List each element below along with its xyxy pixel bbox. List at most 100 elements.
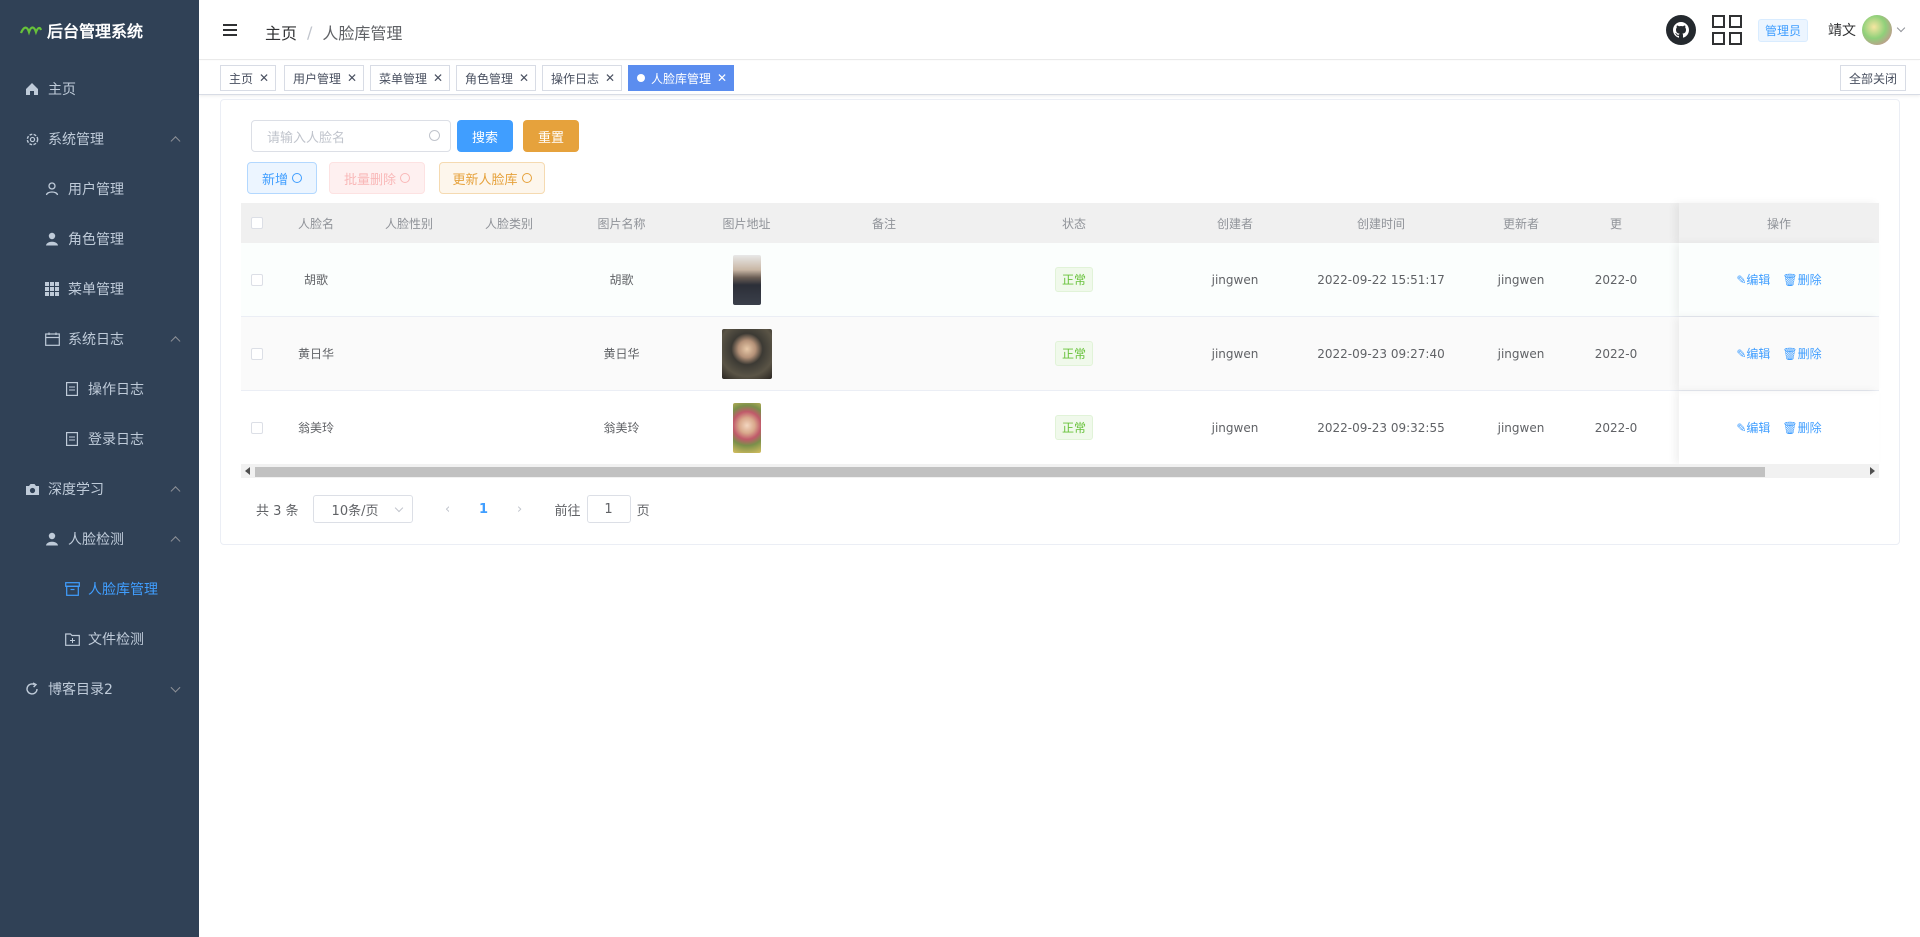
cell-img-url <box>684 243 809 316</box>
github-icon[interactable] <box>1665 15 1696 45</box>
search-input[interactable]: 请输入人脸名 <box>251 120 451 152</box>
cell-creator: jingwen <box>1211 272 1259 287</box>
edit-label: 编辑 <box>1746 421 1771 435</box>
tag-label: 主页 <box>229 71 254 86</box>
tag-facelib[interactable]: 人脸库管理 ✕ <box>628 65 735 91</box>
sidebar-item-oplog[interactable]: 操作日志 <box>0 364 199 414</box>
goto-page-input[interactable]: 1 <box>586 495 631 523</box>
tag-roles[interactable]: 角色管理 ✕ <box>456 65 537 91</box>
close-icon[interactable]: ✕ <box>519 71 529 85</box>
tag-oplog[interactable]: 操作日志 ✕ <box>542 65 623 91</box>
sidebar-item-filedetect[interactable]: 文件检测 <box>0 614 199 664</box>
sidebar: 后台管理系统 主页 系统管理 用户管理 角色管理 菜单管理 系统日志 操作日志 … <box>0 0 199 937</box>
table-row: 翁美玲 翁美玲 正常 jingwen 2022-09-23 09:32:55 j… <box>241 391 1879 465</box>
sidebar-item-loginlog[interactable]: 登录日志 <box>0 414 199 464</box>
sidebar-item-syslog[interactable]: 系统日志 <box>0 314 199 364</box>
tag-label: 人脸库管理 <box>651 71 712 86</box>
sidebar-item-home[interactable]: 主页 <box>0 64 199 114</box>
tag-home[interactable]: 主页 ✕ <box>220 65 277 91</box>
cell-face-gender <box>359 391 459 464</box>
page-number[interactable]: 1 <box>469 502 499 517</box>
grid-menu-icon <box>44 281 60 297</box>
delete-label: 删除 <box>1797 273 1822 287</box>
select-all-checkbox[interactable] <box>251 217 263 229</box>
horizontal-scrollbar[interactable] <box>241 464 1879 478</box>
cell-img-name: 翁美玲 <box>603 421 640 435</box>
update-lib-label: 更新人脸库 <box>452 172 518 188</box>
face-thumbnail[interactable] <box>721 328 772 379</box>
page-suffix: 页 <box>636 503 650 519</box>
edit-button[interactable]: ✎ 编辑 <box>1736 419 1770 436</box>
fullscreen-grid-icon[interactable] <box>1711 15 1742 45</box>
update-lib-button[interactable]: 更新人脸库 <box>439 162 545 194</box>
next-page-button[interactable]: › <box>505 502 535 517</box>
sidebar-item-facelib[interactable]: 人脸库管理 <box>0 564 199 614</box>
cell-creator: jingwen <box>1211 346 1259 361</box>
tag-label: 操作日志 <box>551 71 600 86</box>
close-icon[interactable]: ✕ <box>717 71 727 85</box>
chevron-down-icon[interactable] <box>1896 23 1906 33</box>
sidebar-item-deeplearning[interactable]: 深度学习 <box>0 464 199 514</box>
edit-button[interactable]: ✎ 编辑 <box>1736 345 1770 362</box>
cell-updated: 2022-0 <box>1594 346 1638 361</box>
calendar-icon <box>44 331 60 347</box>
tag-label: 用户管理 <box>293 71 342 86</box>
logo[interactable]: 后台管理系统 <box>0 0 199 60</box>
tag-users[interactable]: 用户管理 ✕ <box>284 65 365 91</box>
delete-label: 删除 <box>1797 421 1822 435</box>
scrollbar-thumb[interactable] <box>255 467 1765 477</box>
cell-face-gender <box>359 243 459 316</box>
edit-button[interactable]: ✎ 编辑 <box>1736 271 1770 288</box>
row-checkbox[interactable] <box>251 347 263 360</box>
face-thumbnail[interactable] <box>732 402 761 453</box>
row-checkbox[interactable] <box>251 421 263 434</box>
status-badge: 正常 <box>1054 341 1093 366</box>
scroll-left-icon[interactable] <box>245 467 250 475</box>
face-table: 人脸名 人脸性别 人脸类别 图片名称 图片地址 备注 状态 创建者 创建时间 更… <box>241 203 1879 465</box>
reset-button[interactable]: 重置 <box>523 120 579 152</box>
prev-page-button[interactable]: ‹ <box>433 502 463 517</box>
right-menu: 管理员 靖文 <box>1665 0 1906 60</box>
delete-button[interactable]: 🗑 删除 <box>1782 419 1821 436</box>
close-icon[interactable]: ✕ <box>433 71 443 85</box>
row-checkbox[interactable] <box>251 273 263 286</box>
scroll-right-icon[interactable] <box>1870 467 1875 475</box>
hamburger-icon[interactable] <box>223 24 237 36</box>
close-icon[interactable]: ✕ <box>347 71 357 85</box>
sidebar-item-blog2[interactable]: 博客目录2 <box>0 664 199 714</box>
box-icon <box>64 581 80 597</box>
sidebar-item-system[interactable]: 系统管理 <box>0 114 199 164</box>
cell-face-type <box>459 317 559 390</box>
face-thumbnail[interactable] <box>732 254 761 305</box>
cell-creator: jingwen <box>1211 420 1259 435</box>
username[interactable]: 靖文 <box>1828 20 1856 40</box>
close-icon[interactable]: ✕ <box>259 71 269 85</box>
sidebar-item-users[interactable]: 用户管理 <box>0 164 199 214</box>
breadcrumb-home[interactable]: 主页 <box>265 20 297 44</box>
sidebar-item-menus[interactable]: 菜单管理 <box>0 264 199 314</box>
sidebar-item-label: 用户管理 <box>68 182 124 198</box>
row-select-cell <box>241 243 273 316</box>
edit-label: 编辑 <box>1746 347 1771 361</box>
add-button[interactable]: 新增 <box>247 162 317 194</box>
tag-menus[interactable]: 菜单管理 ✕ <box>370 65 451 91</box>
page-size-select[interactable]: 10条/页 <box>312 495 413 523</box>
close-all-button[interactable]: 全部关闭 <box>1839 65 1906 91</box>
cell-updater: jingwen <box>1497 272 1545 287</box>
cell-created: 2022-09-23 09:32:55 <box>1317 420 1445 435</box>
delete-button[interactable]: 🗑 删除 <box>1782 345 1821 362</box>
logo-icon <box>20 26 42 36</box>
tag-label: 角色管理 <box>465 71 514 86</box>
sidebar-item-roles[interactable]: 角色管理 <box>0 214 199 264</box>
close-icon[interactable]: ✕ <box>605 71 615 85</box>
add-button-label: 新增 <box>261 172 288 188</box>
sidebar-item-label: 深度学习 <box>48 482 104 498</box>
cell-status: 正常 <box>959 317 1189 390</box>
delete-button[interactable]: 🗑 删除 <box>1782 271 1821 288</box>
search-button[interactable]: 搜索 <box>457 120 513 152</box>
cell-face-name: 翁美玲 <box>297 421 334 435</box>
row-select-cell <box>241 391 273 464</box>
sidebar-item-facedetect[interactable]: 人脸检测 <box>0 514 199 564</box>
avatar[interactable] <box>1862 15 1892 45</box>
batch-delete-button[interactable]: 批量删除 <box>329 162 425 194</box>
